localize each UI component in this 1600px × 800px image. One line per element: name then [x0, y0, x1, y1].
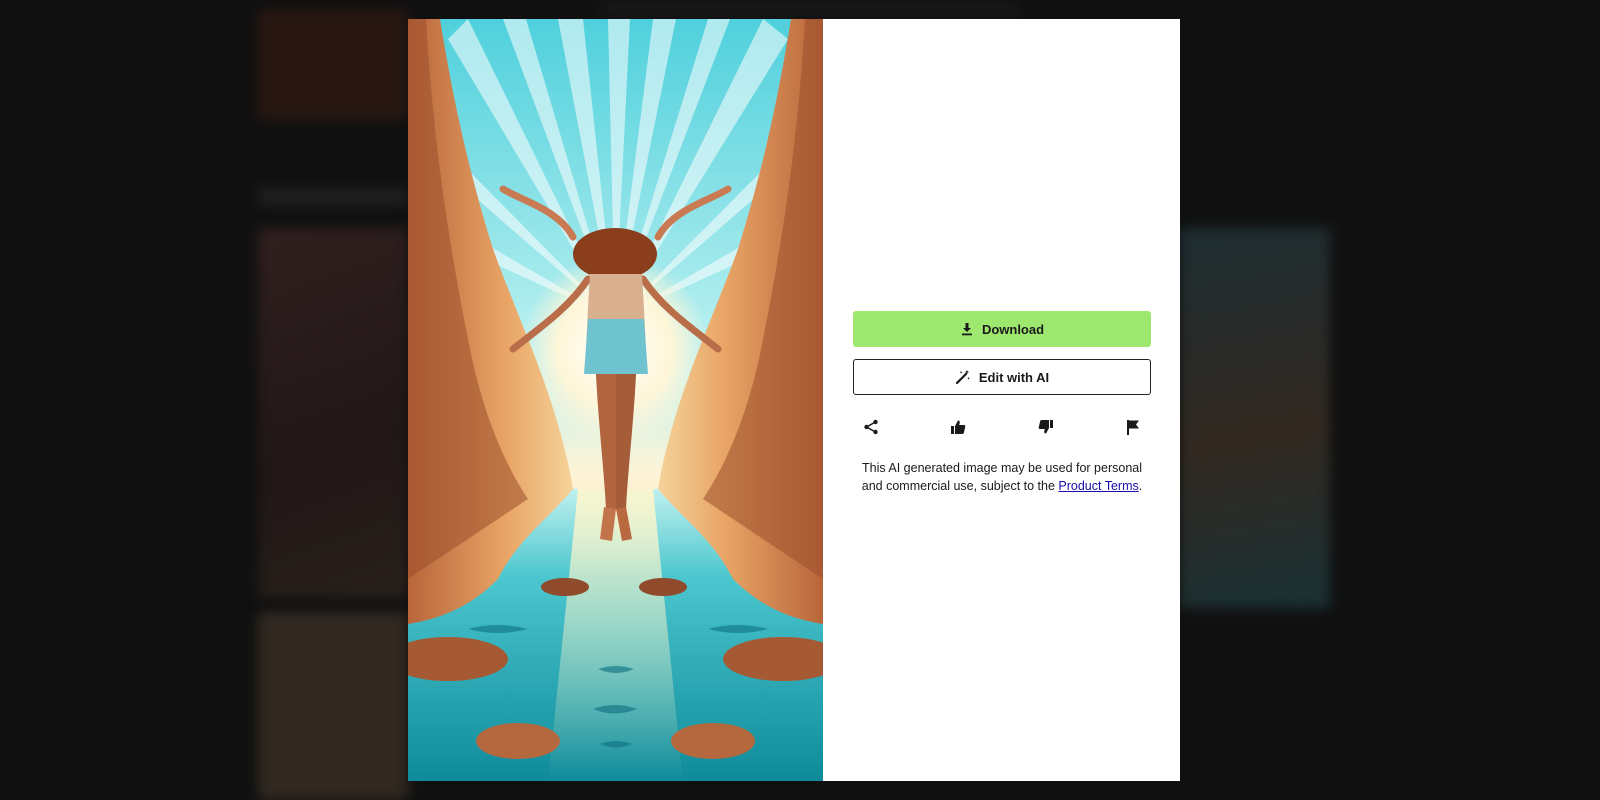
image-preview-modal: Download Edit with AI This AI generated …	[408, 19, 1180, 781]
feedback-actions	[853, 417, 1151, 437]
download-label: Download	[981, 321, 1045, 337]
edit-with-ai-label: Edit with AI	[978, 369, 1050, 385]
edit-with-ai-button[interactable]: Edit with AI	[853, 359, 1151, 395]
download-icon	[960, 322, 974, 336]
share-icon[interactable]	[861, 417, 881, 437]
thumbs-down-icon[interactable]	[1036, 417, 1056, 437]
magic-wand-icon	[955, 369, 971, 385]
usage-notice: This AI generated image may be used for …	[853, 459, 1151, 495]
generated-image	[408, 19, 823, 781]
product-terms-link[interactable]: Product Terms	[1058, 479, 1138, 493]
thumbs-up-icon[interactable]	[948, 417, 968, 437]
usage-notice-period: .	[1138, 479, 1143, 493]
download-button[interactable]: Download	[853, 311, 1151, 347]
flag-icon[interactable]	[1123, 417, 1143, 437]
image-actions-panel: Download Edit with AI This AI generated …	[823, 19, 1180, 781]
